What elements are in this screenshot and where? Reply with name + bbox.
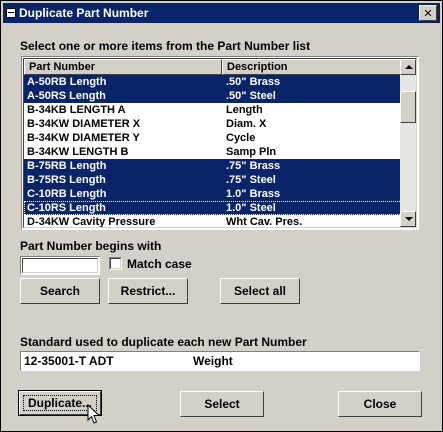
column-header-description[interactable]: Description <box>222 59 402 75</box>
restrict-button[interactable]: Restrict... <box>108 278 188 304</box>
scroll-up-button[interactable] <box>400 59 416 75</box>
cell-description: Samp Pln <box>226 146 277 158</box>
cell-part-number: B-34KW DIAMETER X <box>27 118 141 130</box>
part-number-list[interactable]: Part Number Description A-50RB Length .50… <box>21 56 419 230</box>
window-menu-icon[interactable] <box>6 8 16 18</box>
cell-part-number: A-50RS Length <box>27 90 106 102</box>
match-case-checkbox[interactable] <box>109 257 122 270</box>
list-row[interactable]: C-10RS Length 1.0" Steel <box>24 201 402 215</box>
cell-part-number: B-34KW LENGTH B <box>27 146 129 158</box>
cell-part-number: B-75RB Length <box>27 160 107 172</box>
mouse-pointer-icon <box>87 404 100 424</box>
cell-part-number: C-10RS Length <box>27 202 106 214</box>
cell-description: Wht Cav. Pres. <box>226 216 303 228</box>
list-row[interactable]: B-34KW LENGTH B Samp Pln <box>24 145 402 159</box>
close-window-button[interactable]: ✕ <box>419 5 437 21</box>
list-row[interactable]: B-34KW DIAMETER Y Cycle <box>24 131 402 145</box>
cell-part-number: B-34KW DIAMETER Y <box>27 132 140 144</box>
list-row[interactable]: B-75RS Length .75" Steel <box>24 173 402 187</box>
select-button[interactable]: Select <box>180 391 264 417</box>
list-row[interactable]: B-34KW DIAMETER X Diam. X <box>24 117 402 131</box>
cell-part-number: B-75RS Length <box>27 174 106 186</box>
list-row[interactable]: C-10RB Length 1.0" Brass <box>24 187 402 201</box>
match-case-label[interactable]: Match case <box>127 257 192 271</box>
select-all-button[interactable]: Select all <box>220 278 300 304</box>
list-row[interactable]: D-34KW Cavity Pressure Wht Cav. Pres. <box>24 215 402 228</box>
cell-part-number: A-50RB Length <box>27 76 107 88</box>
list-prompt-label: Select one or more items from the Part N… <box>20 39 311 53</box>
standard-part-number: 12-35001-T ADT <box>24 354 114 368</box>
standard-label: Standard used to duplicate each new Part… <box>20 335 307 349</box>
list-row[interactable]: B-34KB LENGTH A Length <box>24 103 402 117</box>
list-row[interactable]: A-50RB Length .50" Brass <box>24 75 402 89</box>
list-row[interactable]: A-50RS Length .50" Steel <box>24 89 402 103</box>
cell-description: .75" Brass <box>226 160 281 172</box>
column-header-part-number[interactable]: Part Number <box>24 59 222 75</box>
cell-description: Diam. X <box>226 118 267 130</box>
cell-part-number: B-34KB LENGTH A <box>27 104 126 116</box>
begins-with-input[interactable] <box>20 256 100 275</box>
cell-description: .50" Brass <box>226 76 281 88</box>
cell-description: Length <box>226 104 263 116</box>
duplicate-part-number-dialog: Duplicate Part Number ✕ Select one or mo… <box>0 0 443 432</box>
cell-description: .50" Steel <box>226 90 276 102</box>
cell-description: .75" Steel <box>226 174 276 186</box>
list-rows: A-50RB Length .50" Brass A-50RS Length .50"… <box>24 75 402 228</box>
scroll-thumb[interactable] <box>400 91 416 123</box>
close-icon: ✕ <box>423 6 433 20</box>
cell-description: 1.0" Steel <box>226 202 276 214</box>
standard-field: 12-35001-T ADT Weight <box>20 351 420 371</box>
arrow-up-icon <box>405 65 413 69</box>
title-bar: Duplicate Part Number ✕ <box>3 3 440 23</box>
scroll-down-button[interactable] <box>400 211 416 227</box>
vertical-scrollbar[interactable] <box>400 59 416 227</box>
close-button[interactable]: Close <box>338 391 422 417</box>
list-row[interactable]: B-75RB Length .75" Brass <box>24 159 402 173</box>
cell-part-number: D-34KW Cavity Pressure <box>27 216 156 228</box>
cell-part-number: C-10RB Length <box>27 188 107 200</box>
cell-description: 1.0" Brass <box>226 188 281 200</box>
window-title: Duplicate Part Number <box>19 6 149 20</box>
search-button[interactable]: Search <box>20 278 100 304</box>
arrow-down-icon <box>405 217 413 221</box>
cell-description: Cycle <box>226 132 256 144</box>
standard-description: Weight <box>193 354 233 368</box>
begins-with-label: Part Number begins with <box>20 239 162 253</box>
